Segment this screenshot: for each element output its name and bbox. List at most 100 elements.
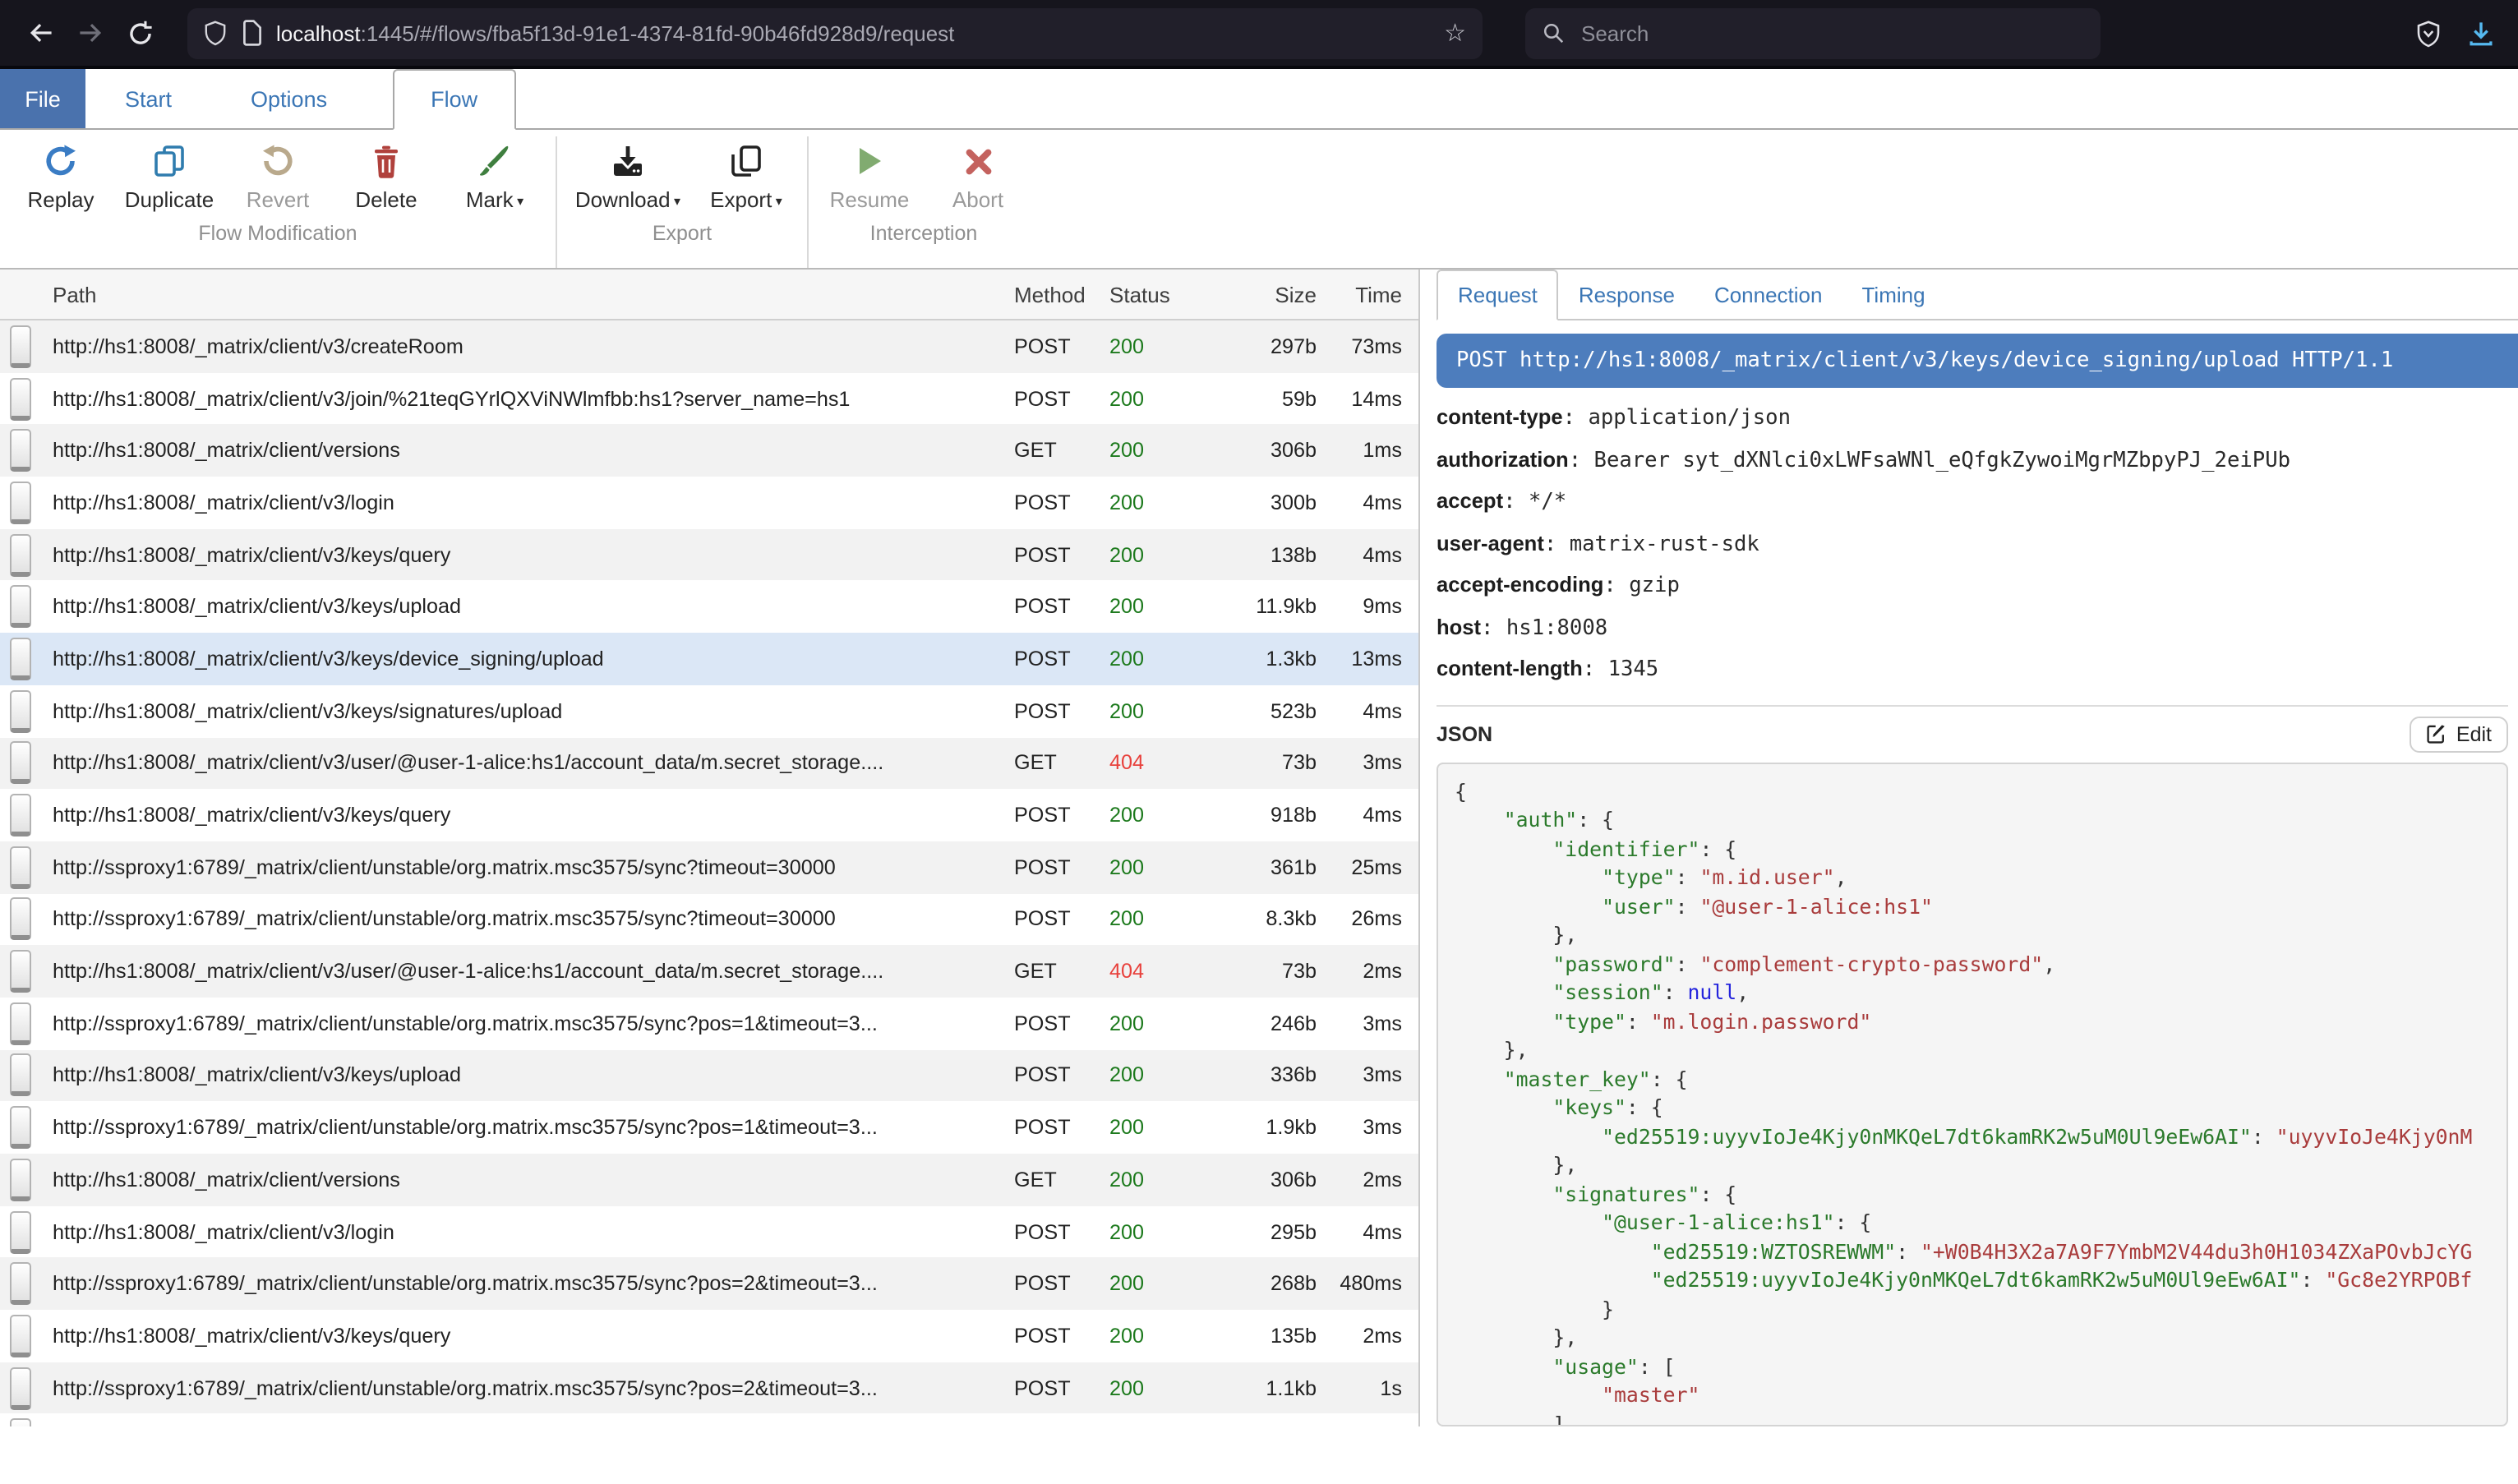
tab-flow[interactable]: Flow [393,69,515,130]
edit-button[interactable]: Edit [2410,716,2508,752]
size-cell: 135b [1195,1325,1317,1348]
marker-box [10,1419,31,1426]
json-token: : [1676,864,1700,889]
json-token: , [2043,951,2055,975]
json-token: "type" [1602,864,1676,889]
tab-connection[interactable]: Connection [1695,270,1842,319]
json-token: ], [1455,1411,1577,1426]
back-button[interactable] [16,8,66,58]
flow-row[interactable]: http://hs1:8008/_matrix/client/versionsG… [0,425,1418,477]
flow-row[interactable]: http://hs1:8008/_matrix/client/v3/join/%… [0,372,1418,424]
flow-row[interactable]: http://ssproxy1:6789/_matrix/client/unst… [0,1362,1418,1414]
downloads-icon[interactable] [2467,19,2495,47]
json-token: "identifier" [1552,836,1699,860]
json-line: "keys": { [1455,1093,2490,1122]
request-line[interactable]: POST http://hs1:8008/_matrix/client/v3/k… [1437,334,2518,388]
flow-row[interactable]: http://hs1:8008/_matrix/client/v3/keys/q… [0,529,1418,581]
marker-box [10,1159,31,1201]
time-cell: 13ms [1317,648,1418,671]
json-token: : [1663,979,1688,1004]
status-cell: 200 [1109,1012,1195,1035]
header-line: accept: */* [1437,482,2518,523]
tab-response[interactable]: Response [1559,270,1695,319]
replay-button[interactable]: Replay [7,136,115,215]
menu-options-item[interactable]: Options [211,69,367,128]
flow-row[interactable]: http://hs1:8008/_matrix/client/v3/keys/u… [0,1049,1418,1101]
url-path: :1445/#/flows/fba5f13d-91e1-4374-81fd-90… [361,21,955,45]
json-token: "usage" [1552,1353,1638,1378]
menu-file-button[interactable]: File [0,69,85,128]
marker-box [10,689,31,732]
header-value: 1345 [1608,657,1659,682]
revert-button[interactable]: Revert [224,136,332,215]
marker-box [10,1106,31,1149]
marker-box [10,898,31,941]
col-time-header[interactable]: Time [1317,282,1418,306]
search-input[interactable] [1578,19,2012,47]
flow-row[interactable]: http://hs1:8008/_matrix/client/v3/user/@… [0,946,1418,998]
json-token: "Gc8e2YRPOBf [2325,1267,2472,1292]
marker-box [10,1262,31,1305]
abort-button[interactable]: Abort [924,136,1032,215]
header-line: content-length: 1345 [1437,649,2518,691]
json-token: "ed25519:WZTOSREWWM" [1651,1238,1896,1263]
col-method-header[interactable]: Method [1014,282,1109,306]
flow-row[interactable]: http://hs1:8008/_matrix/client/v3/user/@… [0,737,1418,789]
flow-row[interactable]: http://hs1:8008/_matrix/client/v3/loginP… [0,1205,1418,1257]
status-cell: 200 [1109,1168,1195,1191]
json-token [1455,1123,1602,1148]
tab-timing[interactable]: Timing [1842,270,1945,319]
flow-table-header: Path Method Status Size Time [0,270,1418,320]
marker-box [10,950,31,993]
col-path-header[interactable]: Path [53,282,1014,306]
abort-label: Abort [952,187,1003,212]
json-body: { "auth": { "identifier": { "type": "m.i… [1437,762,2508,1426]
flow-row[interactable]: http://ssproxy1:6789/_matrix/client/unst… [0,998,1418,1049]
flow-row[interactable]: http://hs1:8008/_matrix/client/v3/keys/u… [0,581,1418,633]
header-value: gzip [1629,574,1680,598]
flow-row[interactable]: http://hs1:8008/_matrix/client/v3/keys/d… [0,633,1418,684]
json-token: : [1676,893,1700,918]
protection-shield-icon[interactable] [2416,19,2441,47]
flow-row[interactable]: http://hs1:8008/_matrix/client/v3/loginP… [0,477,1418,528]
json-line: ], [1455,1409,2490,1426]
resume-button[interactable]: Resume [815,136,924,215]
size-cell: 523b [1195,699,1317,722]
export-button[interactable]: Export ▾ [692,136,800,215]
flow-row[interactable]: http://hs1:8008/_matrix/client/v3/keys/q… [0,1414,1418,1426]
tab-request[interactable]: Request [1437,270,1559,320]
mark-button[interactable]: Mark ▾ [440,136,549,215]
flow-row[interactable]: http://ssproxy1:6789/_matrix/client/unst… [0,893,1418,945]
col-status-header[interactable]: Status [1109,282,1195,306]
url-bar[interactable]: localhost:1445/#/flows/fba5f13d-91e1-437… [187,7,1483,58]
flow-row[interactable]: http://hs1:8008/_matrix/client/v3/keys/s… [0,685,1418,737]
path-cell: http://hs1:8008/_matrix/client/v3/keys/q… [53,804,1014,827]
forward-button[interactable] [66,8,115,58]
menu-start-item[interactable]: Start [85,69,211,128]
size-cell: 336b [1195,1064,1317,1087]
flow-row[interactable]: http://ssproxy1:6789/_matrix/client/unst… [0,841,1418,893]
json-token: "m.id.user" [1699,864,1834,889]
time-cell: 25ms [1317,855,1418,878]
json-token [1455,836,1552,860]
reload-button[interactable] [115,8,164,58]
delete-button[interactable]: Delete [332,136,440,215]
toolbar: Replay Duplicate Revert [0,130,2518,268]
download-button[interactable]: Download ▾ [564,136,692,215]
time-cell: 1ms [1317,439,1418,462]
bookmark-star-icon[interactable]: ☆ [1444,18,1466,48]
flow-row[interactable]: http://ssproxy1:6789/_matrix/client/unst… [0,1258,1418,1310]
size-cell: 73b [1195,752,1317,775]
flow-row[interactable]: http://ssproxy1:6789/_matrix/client/unst… [0,1102,1418,1154]
size-cell: 1.9kb [1195,1116,1317,1139]
flow-row[interactable]: http://hs1:8008/_matrix/client/v3/keys/q… [0,789,1418,841]
size-cell: 138b [1195,543,1317,566]
col-size-header[interactable]: Size [1195,282,1317,306]
flow-row[interactable]: http://hs1:8008/_matrix/client/v3/create… [0,320,1418,372]
search-bar[interactable] [1525,7,2101,58]
flow-row[interactable]: http://hs1:8008/_matrix/client/versionsG… [0,1154,1418,1205]
status-cell: 404 [1109,752,1195,775]
header-separator: : [1544,532,1570,556]
duplicate-button[interactable]: Duplicate [115,136,224,215]
flow-row[interactable]: http://hs1:8008/_matrix/client/v3/keys/q… [0,1310,1418,1362]
